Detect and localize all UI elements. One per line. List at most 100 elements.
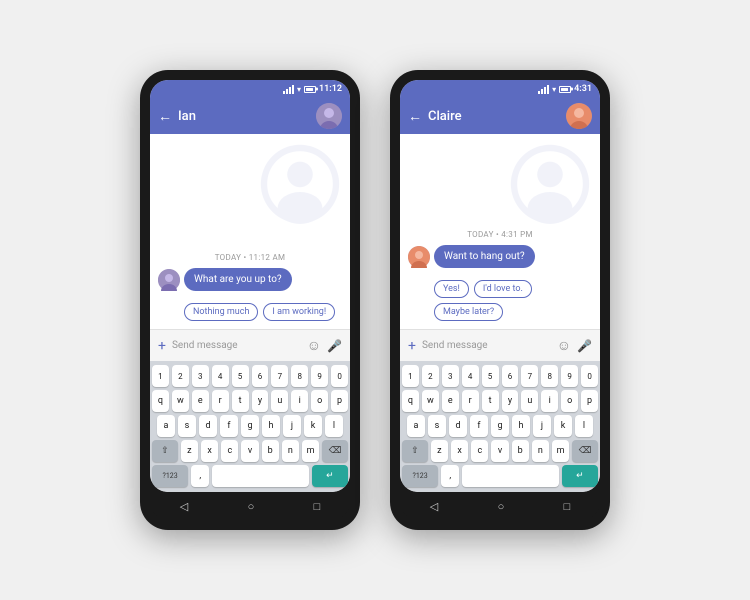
delete-key-2[interactable]: ⌫ — [572, 440, 598, 462]
key-4[interactable]: 4 — [212, 365, 229, 387]
back-button-1[interactable]: ← — [158, 108, 172, 125]
key2-1[interactable]: 1 — [402, 365, 419, 387]
key-comma[interactable]: , — [191, 465, 209, 487]
key-n[interactable]: n — [282, 440, 299, 462]
key2-w[interactable]: w — [422, 390, 439, 412]
key-0[interactable]: 0 — [331, 365, 348, 387]
key2-z[interactable]: z — [431, 440, 448, 462]
key2-5[interactable]: 5 — [482, 365, 499, 387]
nav-back-1[interactable]: ◁ — [180, 500, 188, 513]
key2-9[interactable]: 9 — [561, 365, 578, 387]
key2-p[interactable]: p — [581, 390, 598, 412]
key2-d[interactable]: d — [449, 415, 467, 437]
key-j[interactable]: j — [283, 415, 301, 437]
key2-r[interactable]: r — [462, 390, 479, 412]
key2-0[interactable]: 0 — [581, 365, 598, 387]
key-1[interactable]: 1 — [152, 365, 169, 387]
key2-s[interactable]: s — [428, 415, 446, 437]
key-y[interactable]: y — [252, 390, 269, 412]
key2-e[interactable]: e — [442, 390, 459, 412]
key2-4[interactable]: 4 — [462, 365, 479, 387]
key-3[interactable]: 3 — [192, 365, 209, 387]
key-8[interactable]: 8 — [291, 365, 308, 387]
reply-chip-1-0[interactable]: Nothing much — [184, 303, 258, 321]
emoji-button-2[interactable]: ☺ — [557, 337, 571, 354]
key-6[interactable]: 6 — [252, 365, 269, 387]
key-h[interactable]: h — [262, 415, 280, 437]
reply-chip-2-2[interactable]: Maybe later? — [434, 303, 503, 321]
key-i[interactable]: i — [291, 390, 308, 412]
key2-b[interactable]: b — [512, 440, 529, 462]
key2-y[interactable]: y — [502, 390, 519, 412]
mic-button-2[interactable]: 🎤 — [577, 339, 592, 353]
key2-n[interactable]: n — [532, 440, 549, 462]
reply-chip-2-0[interactable]: Yes! — [434, 280, 469, 298]
key2-q[interactable]: q — [402, 390, 419, 412]
key-x[interactable]: x — [201, 440, 218, 462]
key-s[interactable]: s — [178, 415, 196, 437]
key-k[interactable]: k — [304, 415, 322, 437]
key2-comma[interactable]: , — [441, 465, 459, 487]
key2-c[interactable]: c — [471, 440, 488, 462]
space-key-1[interactable] — [212, 465, 309, 487]
key2-g[interactable]: g — [491, 415, 509, 437]
key-2[interactable]: 2 — [172, 365, 189, 387]
space-key-2[interactable] — [462, 465, 559, 487]
key-o[interactable]: o — [311, 390, 328, 412]
shift-key-2[interactable]: ⇧ — [402, 440, 428, 462]
key-v[interactable]: v — [241, 440, 258, 462]
key2-h[interactable]: h — [512, 415, 530, 437]
key2-t[interactable]: t — [482, 390, 499, 412]
mic-button-1[interactable]: 🎤 — [327, 339, 342, 353]
key2-2[interactable]: 2 — [422, 365, 439, 387]
add-button-1[interactable]: + — [158, 338, 166, 354]
message-input-1[interactable]: Send message — [172, 340, 301, 351]
key2-7[interactable]: 7 — [521, 365, 538, 387]
add-button-2[interactable]: + — [408, 338, 416, 354]
key2-x[interactable]: x — [451, 440, 468, 462]
key-m[interactable]: m — [302, 440, 319, 462]
key2-o[interactable]: o — [561, 390, 578, 412]
key-r[interactable]: r — [212, 390, 229, 412]
key-5[interactable]: 5 — [232, 365, 249, 387]
key2-k[interactable]: k — [554, 415, 572, 437]
key-e[interactable]: e — [192, 390, 209, 412]
key2-i[interactable]: i — [541, 390, 558, 412]
key-b[interactable]: b — [262, 440, 279, 462]
key2-u[interactable]: u — [521, 390, 538, 412]
key-g[interactable]: g — [241, 415, 259, 437]
key2-f[interactable]: f — [470, 415, 488, 437]
key-l[interactable]: l — [325, 415, 343, 437]
key2-m[interactable]: m — [552, 440, 569, 462]
key2-a[interactable]: a — [407, 415, 425, 437]
key-f[interactable]: f — [220, 415, 238, 437]
nav-recent-2[interactable]: □ — [564, 500, 571, 513]
key-d[interactable]: d — [199, 415, 217, 437]
key-7[interactable]: 7 — [271, 365, 288, 387]
reply-chip-2-1[interactable]: I'd love to. — [474, 280, 532, 298]
key2-j[interactable]: j — [533, 415, 551, 437]
key-t[interactable]: t — [232, 390, 249, 412]
enter-key-2[interactable]: ↵ — [562, 465, 598, 487]
key2-3[interactable]: 3 — [442, 365, 459, 387]
key-9[interactable]: 9 — [311, 365, 328, 387]
key-q[interactable]: q — [152, 390, 169, 412]
message-input-2[interactable]: Send message — [422, 340, 551, 351]
key2-8[interactable]: 8 — [541, 365, 558, 387]
key-c[interactable]: c — [221, 440, 238, 462]
key2-6[interactable]: 6 — [502, 365, 519, 387]
key-a[interactable]: a — [157, 415, 175, 437]
reply-chip-1-1[interactable]: I am working! — [263, 303, 335, 321]
num-switch-2[interactable]: ?123 — [402, 465, 438, 487]
enter-key-1[interactable]: ↵ — [312, 465, 348, 487]
delete-key-1[interactable]: ⌫ — [322, 440, 348, 462]
nav-home-1[interactable]: ○ — [248, 500, 255, 513]
nav-back-2[interactable]: ◁ — [430, 500, 438, 513]
shift-key-1[interactable]: ⇧ — [152, 440, 178, 462]
key-z[interactable]: z — [181, 440, 198, 462]
nav-recent-1[interactable]: □ — [314, 500, 321, 513]
key-u[interactable]: u — [271, 390, 288, 412]
emoji-button-1[interactable]: ☺ — [307, 337, 321, 354]
num-switch-1[interactable]: ?123 — [152, 465, 188, 487]
back-button-2[interactable]: ← — [408, 108, 422, 125]
